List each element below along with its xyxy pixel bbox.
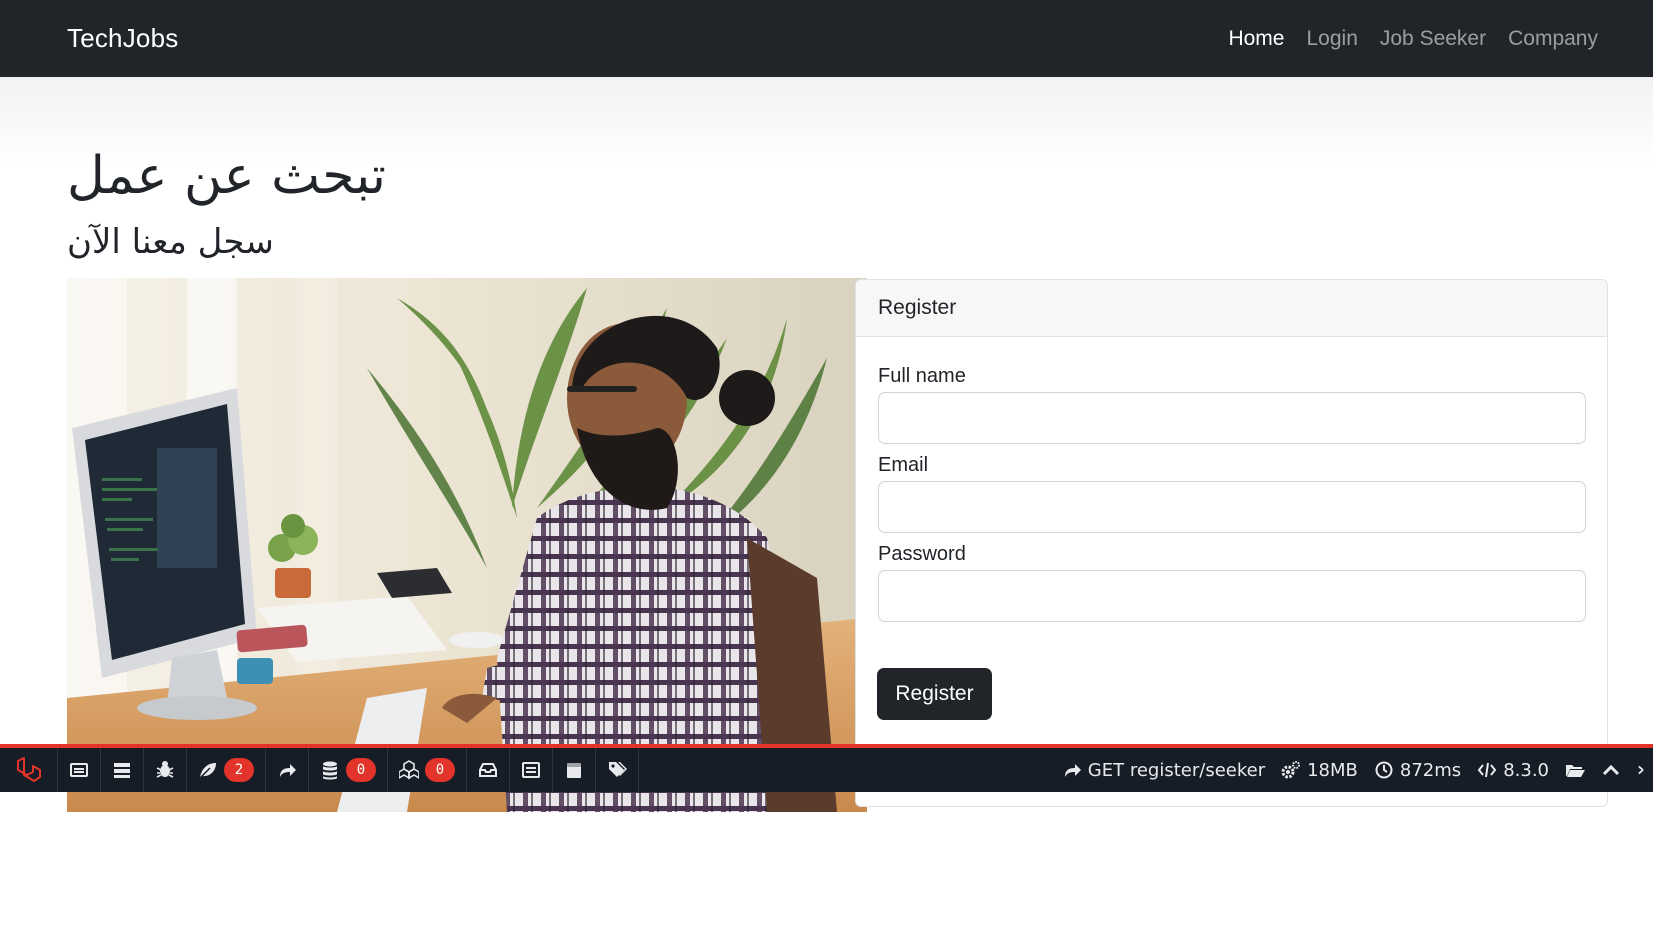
email-input[interactable]: [878, 481, 1586, 533]
full-name-input[interactable]: [878, 392, 1586, 444]
debug-tab-tags[interactable]: [596, 748, 639, 792]
page-subtitle: سجل معنا الآن: [67, 222, 274, 262]
debug-bar-tabs: 2 0 0: [0, 748, 639, 792]
nav-link-login[interactable]: Login: [1306, 27, 1357, 51]
duration-text: 872ms: [1399, 759, 1462, 781]
password-input[interactable]: [878, 570, 1586, 622]
timeline-icon: [114, 763, 130, 778]
password-label: Password: [878, 543, 966, 565]
debug-tab-mails[interactable]: [467, 748, 510, 792]
views-icon: [199, 763, 216, 779]
tags-icon: [609, 762, 627, 777]
debug-php-version: 8.3.0: [1469, 748, 1557, 792]
session-icon: [567, 763, 581, 778]
close-icon: [1638, 765, 1644, 775]
debug-bar: 2 0 0 GET register/seeker 18MB 872ms 8.3…: [0, 744, 1653, 792]
clock-icon: [1375, 761, 1393, 779]
brand-link[interactable]: TechJobs: [67, 23, 178, 54]
queries-count-badge: 0: [346, 758, 376, 782]
models-count-badge: 0: [425, 758, 455, 782]
debug-tab-request[interactable]: [510, 748, 553, 792]
views-count-badge: 2: [224, 758, 254, 782]
navbar: TechJobs Home Login Job Seeker Company: [0, 0, 1653, 77]
models-icon: [399, 760, 419, 780]
email-label: Email: [878, 454, 929, 476]
debug-tab-exceptions[interactable]: [144, 748, 187, 792]
debug-tab-queries[interactable]: 0: [309, 748, 388, 792]
debug-tab-views[interactable]: 2: [187, 748, 266, 792]
cogs-icon: [1281, 761, 1301, 779]
nav-links: Home Login Job Seeker Company: [1228, 27, 1598, 51]
chevron-up-icon: [1602, 764, 1620, 776]
folder-open-icon: [1566, 765, 1585, 777]
register-form: Full name Email Password: [856, 337, 1607, 622]
hero-photo: [67, 278, 867, 812]
debug-toggle[interactable]: [1593, 748, 1629, 792]
debug-open-folder[interactable]: [1557, 748, 1593, 792]
page-title: تبحث عن عمل: [67, 146, 386, 206]
nav-link-home[interactable]: Home: [1228, 27, 1284, 51]
nav-link-company[interactable]: Company: [1508, 27, 1598, 51]
code-icon: [1477, 762, 1497, 778]
debug-tab-route[interactable]: [266, 748, 309, 792]
route-text: GET register/seeker: [1087, 759, 1266, 781]
register-card-header: Register: [856, 280, 1607, 337]
messages-icon: [70, 763, 88, 777]
debug-bar-stats: GET register/seeker 18MB 872ms 8.3.0: [1054, 748, 1653, 792]
php-version-text: 8.3.0: [1503, 759, 1549, 781]
debug-tab-session[interactable]: [553, 748, 596, 792]
debug-duration: 872ms: [1366, 748, 1469, 792]
debug-tab-messages[interactable]: [58, 748, 101, 792]
queries-icon: [323, 761, 337, 780]
mails-icon: [479, 763, 497, 777]
exceptions-icon: [156, 761, 174, 778]
debug-memory: 18MB: [1273, 748, 1366, 792]
register-card: Register Full name Email Password Regist…: [855, 279, 1608, 807]
memory-text: 18MB: [1307, 759, 1358, 781]
debug-route[interactable]: GET register/seeker: [1054, 748, 1273, 792]
full-name-label: Full name: [878, 365, 966, 387]
debug-tab-timeline[interactable]: [101, 748, 144, 792]
debug-close[interactable]: [1629, 748, 1653, 792]
nav-link-job-seeker[interactable]: Job Seeker: [1380, 27, 1486, 51]
request-icon: [522, 762, 540, 778]
laravel-logo-icon[interactable]: [0, 748, 58, 792]
share-icon: [1064, 764, 1081, 777]
route-icon: [280, 764, 296, 777]
register-button[interactable]: Register: [877, 668, 992, 720]
debug-tab-models[interactable]: 0: [388, 748, 467, 792]
